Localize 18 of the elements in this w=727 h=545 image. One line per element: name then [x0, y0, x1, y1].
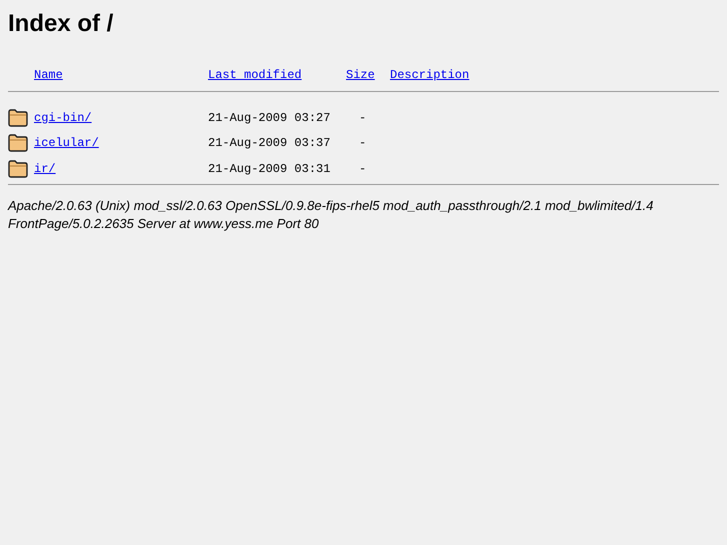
column-header-link[interactable]: Last modified	[208, 66, 302, 84]
folder-icon	[8, 134, 28, 152]
modified-date: 21-Aug-2009 03:37	[208, 135, 330, 152]
file-size: -	[358, 110, 366, 127]
column-header-link[interactable]: Description	[390, 66, 470, 84]
folder-link[interactable]: ir/	[34, 160, 56, 178]
server-signature: Apache/2.0.63 (Unix) mod_ssl/2.0.63 OpenSSL/0.9.8e-fips-rhel5 mod_auth_passthrough/2.1 mod_bwlimited/1.4 FrontPage/5.0.2.2635 Server at www.yess.me Port 80	[8, 196, 654, 232]
page-title: Index of /	[8, 9, 114, 39]
folder-icon	[8, 160, 28, 178]
folder-link[interactable]: icelular/	[34, 134, 99, 152]
folder-icon	[8, 108, 28, 127]
column-header-link[interactable]: Name	[34, 66, 63, 84]
file-size: -	[358, 135, 366, 152]
modified-date: 21-Aug-2009 03:31	[208, 160, 330, 178]
folder-link[interactable]: cgi-bin/	[34, 108, 92, 127]
file-size: -	[358, 160, 366, 178]
column-header-link[interactable]: Size	[346, 66, 375, 84]
modified-date: 21-Aug-2009 03:27	[208, 110, 330, 127]
